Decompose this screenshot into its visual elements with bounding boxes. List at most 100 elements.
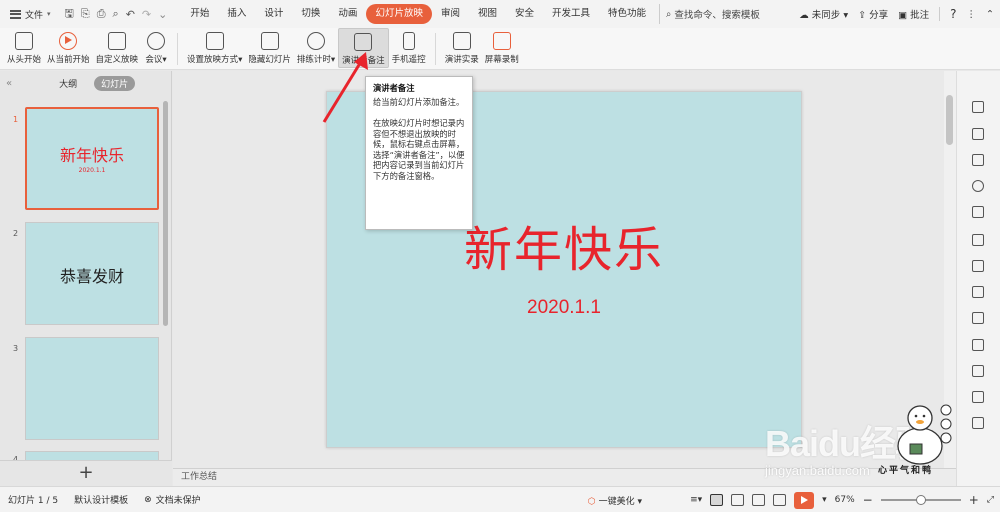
slide-number: 3 — [13, 344, 19, 353]
print-icon[interactable]: ⎙ — [97, 7, 106, 21]
setup-show-button[interactable]: 设置放映方式▾ — [184, 28, 245, 68]
screen-record-button[interactable]: 屏幕录制 — [482, 28, 522, 68]
tab-slideshow[interactable]: 幻灯片放映 — [366, 4, 432, 24]
phone-remote-button[interactable]: 手机遥控 — [389, 28, 429, 68]
tab-security[interactable]: 安全 — [506, 4, 543, 24]
scrollbar-thumb[interactable] — [946, 95, 953, 145]
comment-button[interactable]: ▣ 批注 — [898, 7, 929, 21]
location-icon[interactable] — [972, 180, 984, 192]
copy-icon[interactable] — [972, 154, 984, 166]
zoom-in-button[interactable]: + — [969, 493, 979, 507]
divider — [434, 33, 436, 65]
collapse-panel-icon[interactable]: « — [6, 78, 12, 89]
slide-thumbnail-1[interactable]: 新年快乐 2020.1.1 — [25, 107, 159, 210]
status-right: ⬡ 一键美化 ▾ ≡▾ ▾ 67% − + ⤢ — [588, 487, 994, 512]
more-icon[interactable]: ⌄ — [158, 8, 167, 21]
slide-thumbnail-2[interactable]: 恭喜发财 — [25, 222, 159, 325]
beautify-button[interactable]: ⬡ 一键美化 ▾ — [588, 494, 642, 507]
select-icon[interactable] — [972, 101, 984, 113]
status-bar: 幻灯片 1 / 5 默认设计模板 ⊗ 文档未保护 ⬡ 一键美化 ▾ ≡▾ ▾ 6… — [0, 486, 1000, 512]
file-menu-label: 文件 — [25, 10, 44, 21]
top-right-actions: ☁ 未同步 ▾ ⇪ 分享 ▣ 批注 ? ⋮ ⌃ — [799, 0, 994, 28]
tab-transition[interactable]: 切换 — [292, 4, 329, 24]
quick-access-toolbar: 🖫 ⎘ ⎙ ⌕ ↶ ↷ ⌄ — [57, 5, 176, 24]
slides-panel: « 大纲 幻灯片 1 新年快乐 2020.1.1 2 恭喜发财 3 4 + — [0, 71, 172, 486]
ribbon-label: 自定义放映 — [95, 55, 139, 65]
tooltip-title: 演讲者备注 — [373, 83, 415, 93]
hide-slide-button[interactable]: 隐藏幻灯片 — [245, 28, 294, 68]
start-from-beginning-button[interactable]: 从头开始 — [4, 28, 44, 68]
tab-features[interactable]: 特色功能 — [599, 4, 655, 24]
tab-outline[interactable]: 大纲 — [52, 76, 84, 91]
meeting-button[interactable]: 会议▾ — [141, 28, 171, 68]
fit-window-icon[interactable]: ⤢ — [987, 495, 994, 505]
zoom-out-button[interactable]: − — [863, 493, 873, 507]
layout-icon[interactable] — [972, 417, 984, 429]
text-icon[interactable] — [972, 391, 984, 403]
zoom-level[interactable]: 67% — [835, 495, 855, 505]
design-template[interactable]: 默认设计模板 — [66, 493, 136, 506]
slide-sorter-icon[interactable] — [731, 494, 745, 506]
ribbon-label: 演讲实录 — [444, 55, 479, 65]
tab-slides[interactable]: 幻灯片 — [94, 75, 136, 91]
comment-icon: ▣ — [898, 10, 908, 21]
shapes-icon[interactable] — [972, 128, 984, 140]
add-slide-button[interactable]: + — [0, 460, 172, 486]
zoom-slider-knob[interactable] — [915, 495, 926, 505]
help-button[interactable]: ? — [950, 7, 956, 21]
redo-icon[interactable]: ↷ — [142, 8, 151, 21]
tab-home[interactable]: 开始 — [181, 4, 218, 24]
file-menu[interactable]: 文件 ▾ — [0, 0, 57, 28]
ribbon-label: 隐藏幻灯片 — [248, 55, 291, 65]
signature-text: 心平气和鸭 — [878, 466, 934, 476]
fill-icon[interactable] — [972, 206, 984, 218]
notes-view-icon[interactable] — [773, 494, 787, 506]
phone-icon — [402, 32, 415, 50]
thumbnail-title: 新年快乐 — [59, 146, 124, 165]
tab-design[interactable]: 设计 — [255, 4, 292, 24]
tab-review[interactable]: 审阅 — [432, 4, 469, 24]
more-options-icon[interactable]: ⋮ — [967, 9, 977, 20]
notes-toggle-icon[interactable]: ≡▾ — [690, 495, 702, 505]
screen-record-icon — [492, 32, 511, 50]
hide-slide-icon — [260, 32, 279, 50]
slide-thumbnail-3[interactable] — [25, 337, 159, 440]
tooltip-line1: 给当前幻灯片添加备注。 — [373, 96, 465, 107]
grid-icon[interactable] — [972, 260, 984, 272]
undo-icon[interactable]: ↶ — [126, 8, 135, 21]
save-icon[interactable]: 🖫 — [65, 5, 74, 24]
sync-status[interactable]: ☁ 未同步 ▾ — [799, 7, 848, 21]
export-icon[interactable]: ⎘ — [81, 7, 90, 21]
zoom-slider[interactable] — [880, 495, 961, 505]
crop-icon[interactable] — [972, 312, 984, 324]
tab-view[interactable]: 视图 — [469, 4, 506, 24]
normal-view-icon[interactable] — [710, 494, 724, 506]
chart-icon[interactable] — [972, 286, 984, 298]
tab-developer[interactable]: 开发工具 — [543, 4, 599, 24]
animation-icon[interactable] — [972, 339, 984, 351]
tab-animation[interactable]: 动画 — [329, 4, 366, 24]
document-protection[interactable]: ⊗ 文档未保护 — [136, 493, 209, 507]
tab-insert[interactable]: 插入 — [218, 4, 255, 24]
chevron-down-icon[interactable]: ▾ — [822, 495, 827, 505]
reading-view-icon[interactable] — [752, 494, 766, 506]
start-from-current-button[interactable]: 从当前开始 — [44, 28, 93, 68]
panel-scrollbar[interactable] — [163, 101, 168, 326]
play-slideshow-button[interactable] — [794, 491, 815, 509]
command-search[interactable]: ⌕ 查找命令、搜索模板 — [659, 4, 766, 24]
custom-show-button[interactable]: 自定义放映 — [93, 28, 142, 68]
slide-number: 1 — [13, 115, 19, 124]
ribbon-label: 屏幕录制 — [484, 55, 519, 65]
cube-icon: ⬡ — [587, 496, 596, 507]
slide-date[interactable]: 2020.1.1 — [327, 297, 801, 319]
table-icon[interactable] — [972, 234, 984, 246]
protection-label: 文档未保护 — [155, 496, 201, 506]
slide-number: 2 — [13, 229, 19, 238]
collapse-ribbon-icon[interactable]: ⌃ — [986, 9, 994, 20]
share-button[interactable]: ⇪ 分享 — [858, 7, 888, 21]
share-out-icon[interactable] — [972, 365, 984, 377]
preview-icon[interactable]: ⌕ — [113, 7, 119, 21]
ribbon-label: 从当前开始 — [47, 55, 90, 65]
record-presentation-button[interactable]: 演讲实录 — [442, 28, 482, 68]
play-icon — [59, 32, 78, 50]
